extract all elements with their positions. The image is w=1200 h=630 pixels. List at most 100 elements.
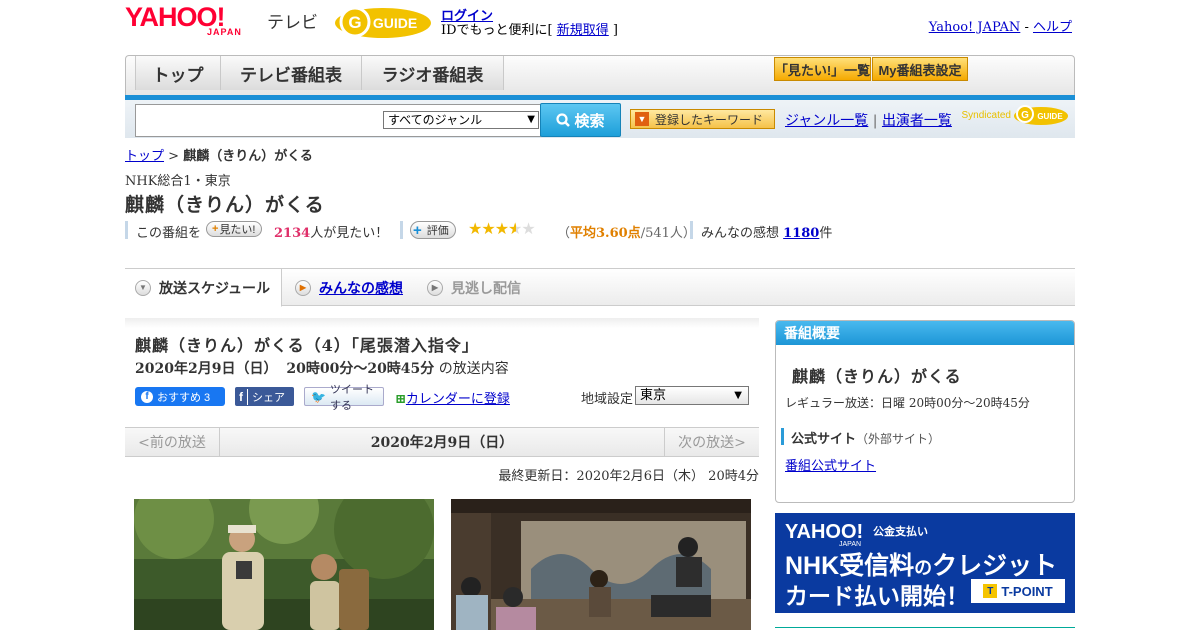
search-icon	[556, 113, 571, 127]
banner-line1-a: NHK受信料	[785, 552, 915, 580]
tpoint-label: T-POINT	[1001, 583, 1053, 599]
banner-line2: カード払い開始！	[785, 583, 969, 609]
plus-icon: +	[212, 223, 219, 235]
registered-keyword-button[interactable]: ▼ 登録したキーワード	[630, 109, 775, 129]
dropdown-icon: ▼	[635, 112, 649, 126]
syndicated-gguide: Syndicated G GUIDE	[962, 104, 1069, 126]
register-link[interactable]: 新規取得	[557, 23, 609, 38]
genre-list-link[interactable]: ジャンル一覧	[785, 113, 868, 129]
syndicated-label: Syndicated	[961, 109, 1011, 121]
login-message: IDでもっと便利に[ 新規取得 ]	[441, 19, 618, 38]
chevron-right-icon: ▶	[295, 279, 311, 296]
region-select[interactable]: 東京 ▼	[635, 386, 749, 405]
tab-impressions-label[interactable]: みんなの感想	[319, 278, 403, 298]
mitai-button[interactable]: + 見たい!	[206, 221, 262, 237]
mitai-count: 2134	[274, 226, 311, 241]
site-header: YAHOO! JAPAN テレビ G GUIDE ログイン IDでもっと便利に[…	[125, 0, 1075, 48]
calendar-register[interactable]: ⊞カレンダーに登録	[395, 388, 510, 407]
svg-text:G: G	[348, 13, 361, 32]
episode-datetime: 2020年2月9日（日） 20時00分～20時45分 の放送内容	[135, 358, 509, 378]
mitai-list-button[interactable]: 「見たい!」一覧	[774, 57, 871, 81]
facebook-share-button[interactable]: f シェア	[235, 387, 294, 406]
banner-line1-b: の	[914, 558, 933, 578]
channel-name: NHK総合1・東京	[125, 174, 231, 189]
episode-photo-interior[interactable]	[451, 499, 751, 630]
overview-heading: 番組概要	[776, 321, 1074, 345]
tpoint-icon: T	[983, 584, 998, 598]
stat-divider	[400, 221, 403, 239]
episode-date: 2020年2月9日（日）	[135, 361, 278, 377]
region-selected: 東京	[640, 388, 667, 403]
episode-time: 20時00分～20時45分	[286, 361, 435, 377]
episode-title: 麒麟（きりん）がくる（4）「尾張潜入指令」	[135, 336, 479, 355]
mitai-suffix: 人が見たい！	[310, 226, 389, 241]
rate-button[interactable]: + 評価	[410, 221, 456, 239]
search-button[interactable]: 検索	[540, 103, 621, 137]
mitai-button-label: 見たい!	[219, 224, 256, 236]
tab-schedule[interactable]: ▼ 放送スケジュール	[125, 269, 282, 307]
regular-broadcast: レギュラー放送：日曜 20時00分～20時45分	[785, 396, 1030, 410]
tweet-button[interactable]: 🐦 ツイートする	[304, 384, 384, 412]
calendar-link[interactable]: カレンダーに登録	[406, 392, 510, 407]
help-link[interactable]: ヘルプ	[1033, 20, 1072, 35]
avg-score: 平均3.60点	[570, 226, 641, 241]
performer-list-link[interactable]: 出演者一覧	[882, 113, 952, 129]
tab-schedule-label: 放送スケジュール	[159, 279, 271, 296]
episode-photo-forest[interactable]	[134, 499, 434, 630]
breadcrumb-top[interactable]: トップ	[125, 149, 164, 164]
tv-label[interactable]: テレビ	[267, 8, 318, 33]
region-label: 地域設定	[581, 392, 634, 407]
rate-button-label: 評価	[426, 225, 449, 237]
link-divider: |	[872, 113, 878, 129]
breadcrumb-current: 麒麟（きりん）がくる	[183, 149, 313, 164]
official-site-label: 公式サイト	[791, 432, 857, 447]
nav-tab-top[interactable]: トップ	[135, 56, 221, 90]
tweet-label: ツイートする	[329, 383, 374, 412]
nhk-payment-banner[interactable]: YAHOO! 公金支払い JAPAN NHK受信料のクレジット カード払い開始！…	[775, 513, 1075, 613]
impressions-count-link[interactable]: 1180	[783, 226, 819, 241]
episode-panel: 麒麟（きりん）がくる（4）「尾張潜入指令」 2020年2月9日（日） 20時00…	[125, 318, 759, 418]
breadcrumb-sep: >	[164, 149, 184, 164]
next-broadcast-link[interactable]: 次の放送>	[664, 428, 759, 456]
chevron-down-icon: ▼	[135, 279, 151, 296]
gguide-logo[interactable]: G GUIDE	[333, 4, 433, 40]
login-msg-prefix: IDでもっと便利に[	[441, 23, 557, 38]
date-navigation: <前の放送 2020年2月9日（日） 次の放送>	[125, 427, 759, 457]
rating-stars: ★★★★★	[468, 219, 536, 238]
gguide-small-text: GUIDE	[1037, 112, 1063, 121]
avg-count: /541人）	[640, 226, 696, 241]
official-site-note: （外部サイト）	[856, 432, 941, 446]
dropdown-arrow-icon: ▼	[527, 114, 535, 125]
plus-icon: +	[413, 221, 422, 239]
dropdown-arrow-icon: ▼	[734, 390, 742, 401]
official-site-link[interactable]: 番組公式サイト	[785, 455, 876, 474]
tab-missed-stream[interactable]: ▶ 見逃し配信	[427, 269, 557, 306]
facebook-recommend-button[interactable]: f おすすめ 3	[135, 387, 225, 406]
banner-service: 公金支払い	[873, 526, 928, 538]
banner-line1-c: クレジット	[932, 552, 1058, 580]
header-links: Yahoo! JAPAN - ヘルプ	[929, 16, 1072, 35]
twitter-bird-icon: 🐦	[311, 389, 326, 404]
my-program-button[interactable]: My番組表設定	[872, 57, 968, 81]
nav-tab-radio[interactable]: ラジオ番組表	[362, 56, 504, 90]
tab-missed-label: 見逃し配信	[451, 279, 521, 296]
tab-impressions[interactable]: ▶ みんなの感想	[295, 269, 420, 306]
login-msg-suffix: ]	[608, 23, 618, 38]
mitai-count-text: 2134人が見たい！	[274, 222, 388, 241]
fb-share-label: シェア	[247, 388, 285, 405]
main-nav: トップ テレビ番組表 ラジオ番組表 「見たい!」一覧 My番組表設定	[125, 55, 1075, 100]
tpoint-badge: T T-POINT	[971, 579, 1065, 603]
svg-text:G: G	[1021, 110, 1029, 121]
yahoo-japan-label: JAPAN	[207, 27, 242, 37]
genre-selected: すべてのジャンル	[388, 113, 483, 127]
genre-select[interactable]: すべてのジャンル ▼	[383, 111, 539, 129]
breadcrumb: トップ > 麒麟（きりん）がくる	[125, 145, 313, 164]
avg-open: （	[557, 226, 571, 241]
prev-broadcast-link[interactable]: <前の放送	[125, 428, 220, 456]
calendar-icon: ⊞	[395, 392, 406, 407]
mitai-prefix: この番組を	[136, 226, 202, 241]
last-updated: 最終更新日：2020年2月6日（木） 20時4分	[498, 469, 759, 484]
stat-divider	[690, 221, 693, 239]
yahoo-japan-link[interactable]: Yahoo! JAPAN	[929, 20, 1021, 35]
nav-tab-tv[interactable]: テレビ番組表	[221, 56, 362, 90]
